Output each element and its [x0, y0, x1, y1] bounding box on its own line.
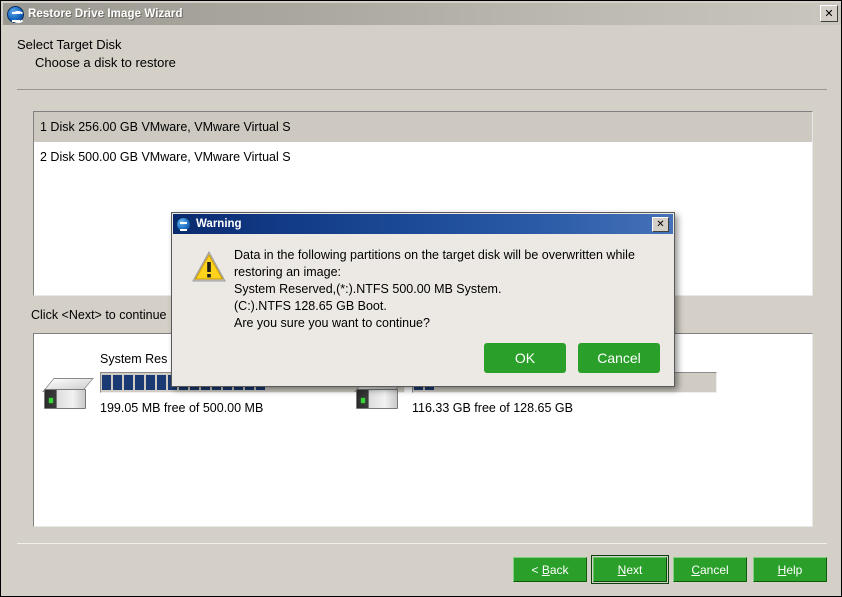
warning-triangle-icon	[192, 251, 226, 282]
help-button-label: Help	[777, 562, 803, 577]
usage-block-empty	[711, 375, 716, 390]
restore-wizard-icon	[176, 216, 191, 232]
dialog-button-row: OK Cancel	[484, 343, 660, 373]
warning-dialog: Warning ✕ Data in the following partitio…	[171, 212, 675, 387]
next-button-label: Next	[617, 562, 643, 577]
disk-list-item-label: 1 Disk 256.00 GB VMware, VMware Virtual …	[40, 120, 291, 134]
next-button[interactable]: Next	[591, 555, 669, 584]
disk-list-item-1[interactable]: 1 Disk 256.00 GB VMware, VMware Virtual …	[34, 112, 812, 142]
window-title: Restore Drive Image Wizard	[28, 8, 183, 20]
usage-block-filled	[124, 375, 133, 390]
back-button-label: < Back	[531, 562, 569, 577]
usage-block-filled	[113, 375, 122, 390]
dialog-message-line: Are you sure you want to continue?	[234, 316, 430, 330]
dialog-close-button[interactable]: ✕	[652, 217, 669, 232]
usage-block-empty	[678, 375, 687, 390]
usage-block-filled	[102, 375, 111, 390]
wizard-navigation-buttons: < Back Next Cancel Help	[513, 555, 827, 584]
dialog-titlebar: Warning ✕	[173, 214, 673, 234]
dialog-message-line: Data in the following partitions on the …	[234, 248, 635, 262]
usage-block-filled	[157, 375, 166, 390]
disk-list-item-2[interactable]: 2 Disk 500.00 GB VMware, VMware Virtual …	[34, 142, 812, 172]
dialog-title: Warning	[196, 218, 242, 230]
restore-wizard-icon	[7, 5, 25, 23]
help-button[interactable]: Help	[753, 557, 827, 582]
restore-drive-image-wizard-window: Restore Drive Image Wizard ✕ Select Targ…	[0, 0, 842, 597]
window-close-button[interactable]: ✕	[820, 5, 838, 22]
usage-block-empty	[700, 375, 709, 390]
cancel-button-label: Cancel	[691, 562, 729, 577]
page-title: Select Target Disk	[17, 37, 122, 52]
dialog-ok-button[interactable]: OK	[484, 343, 566, 373]
usage-block-filled	[146, 375, 155, 390]
hard-drive-icon	[42, 376, 94, 416]
disk-list-item-label: 2 Disk 500.00 GB VMware, VMware Virtual …	[40, 150, 291, 164]
cancel-button[interactable]: Cancel	[673, 557, 747, 582]
header-divider	[17, 89, 827, 90]
page-subtitle: Choose a disk to restore	[35, 55, 176, 70]
window-titlebar: Restore Drive Image Wizard ✕	[3, 3, 841, 25]
partition-free-space: 116.33 GB free of 128.65 GB	[412, 401, 573, 415]
dialog-message: Data in the following partitions on the …	[234, 247, 658, 332]
dialog-cancel-button[interactable]: Cancel	[578, 343, 660, 373]
dialog-message-line: System Reserved,(*:).NTFS 500.00 MB Syst…	[234, 282, 502, 296]
back-button[interactable]: < Back	[513, 557, 587, 582]
dialog-message-line: (C:).NTFS 128.65 GB Boot.	[234, 299, 387, 313]
usage-block-empty	[689, 375, 698, 390]
usage-block-filled	[135, 375, 144, 390]
footer-divider	[17, 543, 827, 544]
dialog-message-line: restoring an image:	[234, 265, 342, 279]
instruction-text: Click <Next> to continue	[31, 308, 167, 322]
